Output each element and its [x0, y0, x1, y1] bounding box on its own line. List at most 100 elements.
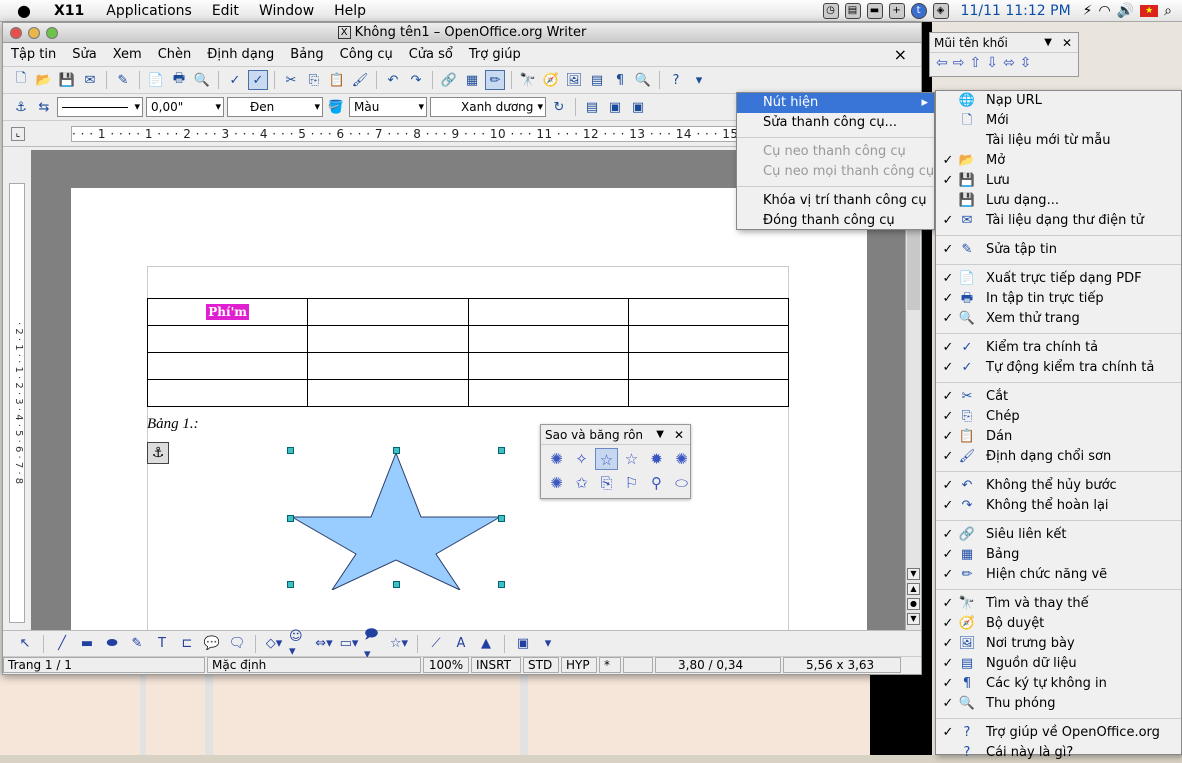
document-page[interactable]: Phí'm Bảng 1.: ⚓: [71, 188, 867, 630]
submenu-item[interactable]: ✓? Trợ giúp về OpenOffice.org: [936, 723, 1181, 743]
basic-shapes-icon[interactable]: ◇▾: [264, 634, 284, 654]
symbol-shapes-icon[interactable]: ☺▾: [289, 629, 309, 659]
menu-close-toolbar[interactable]: Đóng thanh công cụ: [737, 211, 934, 231]
help-icon[interactable]: ?: [666, 70, 686, 90]
timemachine-icon[interactable]: ◷: [822, 3, 839, 19]
legend-icon[interactable]: 💬: [202, 634, 222, 654]
menu-insert[interactable]: Chèn: [150, 47, 200, 62]
tab-stop-selector[interactable]: ⌞: [11, 127, 25, 141]
table-icon[interactable]: ▦: [462, 70, 482, 90]
right-arrow-icon[interactable]: ⇨: [953, 55, 965, 71]
page-preview-icon[interactable]: 🔍: [192, 70, 212, 90]
submenu-item[interactable]: ✓ 📄 Xuất trực tiếp dạng PDF: [936, 269, 1181, 289]
submenu-item[interactable]: 💾 Lưu dạng...: [936, 191, 1181, 211]
star24-icon[interactable]: ✺: [545, 472, 568, 494]
next-page-button[interactable]: ▼: [907, 613, 920, 625]
star8-icon[interactable]: ✹: [645, 448, 668, 470]
document-table[interactable]: Phí'm: [146, 298, 790, 407]
sync-icon[interactable]: ◈: [932, 3, 949, 19]
horizontal-scroll-icon[interactable]: ⚐: [620, 472, 643, 494]
close-window-button[interactable]: [10, 27, 22, 39]
power-icon[interactable]: ⚡: [1083, 3, 1093, 19]
selection-handle[interactable]: [287, 447, 294, 454]
submenu-item[interactable]: ✓ 📂 Mở: [936, 151, 1181, 171]
scroll-down-button[interactable]: ▼: [907, 568, 920, 580]
vertical-ruler[interactable]: · 2 · 1 · · 1 · 2 · 3 · 4 · 5 · 6 · 7 · …: [9, 183, 25, 623]
pdf-icon[interactable]: 📄: [146, 70, 166, 90]
vertical-scroll-icon[interactable]: ⎘: [595, 472, 618, 494]
submenu-item[interactable]: 🌐 Nạp URL: [936, 91, 1181, 111]
submenu-item[interactable]: ✓ ✏ Hiện chức năng vẽ: [936, 565, 1181, 585]
table-cell[interactable]: [146, 352, 309, 380]
folder-icon[interactable]: ▬: [866, 3, 883, 19]
menu-format[interactable]: Định dạng: [199, 47, 282, 62]
signet-icon[interactable]: ⚲: [645, 472, 668, 494]
palette-titlebar[interactable]: Sao và băng rôn ▼ ✕: [541, 425, 690, 445]
table-cell[interactable]: [627, 379, 790, 407]
zoom-window-button[interactable]: [46, 27, 58, 39]
table-cell[interactable]: [467, 379, 629, 407]
down-arrow-icon[interactable]: ⇩: [986, 55, 998, 71]
table-cell[interactable]: Phí'm: [146, 298, 309, 326]
submenu-item[interactable]: ✓ ¶ Các ký tự không in: [936, 674, 1181, 694]
minimize-window-button[interactable]: [28, 27, 40, 39]
menu-file[interactable]: Tập tin: [3, 47, 64, 62]
autospellcheck-icon[interactable]: ✓: [248, 70, 268, 90]
menu-applications[interactable]: Applications: [96, 3, 202, 19]
submenu-item[interactable]: Tài liệu mới từ mẫu: [936, 131, 1181, 151]
area-fill-icon[interactable]: 🪣: [326, 97, 346, 117]
arrow-style-icon[interactable]: ⇆: [34, 97, 54, 117]
line-icon[interactable]: ╱: [52, 634, 72, 654]
doorplate-icon[interactable]: ⬭: [670, 472, 693, 494]
table-cell[interactable]: [146, 325, 309, 353]
apple-icon[interactable]: ●: [12, 1, 36, 20]
submenu-item[interactable]: ✓ ✓ Kiểm tra chính tả: [936, 338, 1181, 358]
app-menu-x11[interactable]: X11: [36, 3, 96, 19]
explosion-icon[interactable]: ✺: [545, 448, 568, 470]
star5-icon[interactable]: ☆: [595, 448, 618, 470]
submenu-item[interactable]: ✓ 🖶 In tập tin trực tiếp: [936, 289, 1181, 309]
window-titlebar[interactable]: X Không tên1 – OpenOffice.org Writer: [3, 23, 921, 43]
submenu-item[interactable]: ✓ ✂ Cắt: [936, 387, 1181, 407]
selection-handle[interactable]: [498, 515, 505, 522]
selection-handle[interactable]: [287, 581, 294, 588]
left-right-arrow-icon[interactable]: ⬄: [1003, 55, 1015, 71]
up-arrow-icon[interactable]: ⇧: [969, 55, 981, 71]
submenu-item[interactable]: ✓ ✓ Tự động kiểm tra chính tả: [936, 358, 1181, 378]
submenu-item[interactable]: ✓ 🖌 Định dạng chổi sơn: [936, 447, 1181, 467]
zoom-icon[interactable]: 🔍: [633, 70, 653, 90]
stars-icon[interactable]: ☆▾: [389, 634, 409, 654]
flowchart-icon[interactable]: ▭▾: [339, 634, 359, 654]
document-icon[interactable]: ▤: [844, 3, 861, 19]
menu-visible-buttons[interactable]: Nút hiện: [737, 93, 934, 113]
gallery-icon[interactable]: 🖼: [564, 70, 584, 90]
table-cell[interactable]: [467, 298, 629, 326]
edit-file-icon[interactable]: ✎: [113, 70, 133, 90]
menu-table[interactable]: Bảng: [282, 47, 331, 62]
send-back-icon[interactable]: ▣: [628, 97, 648, 117]
status-zoom[interactable]: 100%: [423, 657, 469, 673]
print-icon[interactable]: 🖶: [169, 70, 189, 90]
submenu-item[interactable]: 🗋 Mới: [936, 111, 1181, 131]
table-cell[interactable]: [146, 379, 309, 407]
status-signature[interactable]: [623, 657, 653, 673]
palette-menu-icon[interactable]: ▼: [656, 425, 664, 445]
table-cell[interactable]: [307, 325, 469, 353]
plus-icon[interactable]: +: [888, 3, 905, 19]
email-icon[interactable]: ✉: [80, 70, 100, 90]
vertical-callout-icon[interactable]: 🗨: [227, 634, 247, 654]
volume-icon[interactable]: 🔊: [1117, 3, 1134, 19]
line-color-select[interactable]: Đen: [227, 97, 323, 117]
submenu-item[interactable]: ✓ ✉ Tài liệu dạng thư điện tử: [936, 211, 1181, 231]
find-replace-icon[interactable]: 🔭: [518, 70, 538, 90]
menu-edit-doc[interactable]: Sửa: [64, 47, 104, 62]
star-shape[interactable]: [290, 450, 502, 590]
paste-icon[interactable]: 📋: [327, 70, 347, 90]
drawbar-options-icon[interactable]: ▾: [538, 634, 558, 654]
status-selection-mode[interactable]: STD: [523, 657, 559, 673]
format-paintbrush-icon[interactable]: 🖌: [350, 70, 370, 90]
status-insert-mode[interactable]: INSRT: [471, 657, 521, 673]
menu-help-doc[interactable]: Trợ giúp: [461, 47, 529, 62]
anchor-icon[interactable]: ⚓: [147, 442, 169, 464]
status-page-style[interactable]: Mặc định: [207, 657, 421, 673]
